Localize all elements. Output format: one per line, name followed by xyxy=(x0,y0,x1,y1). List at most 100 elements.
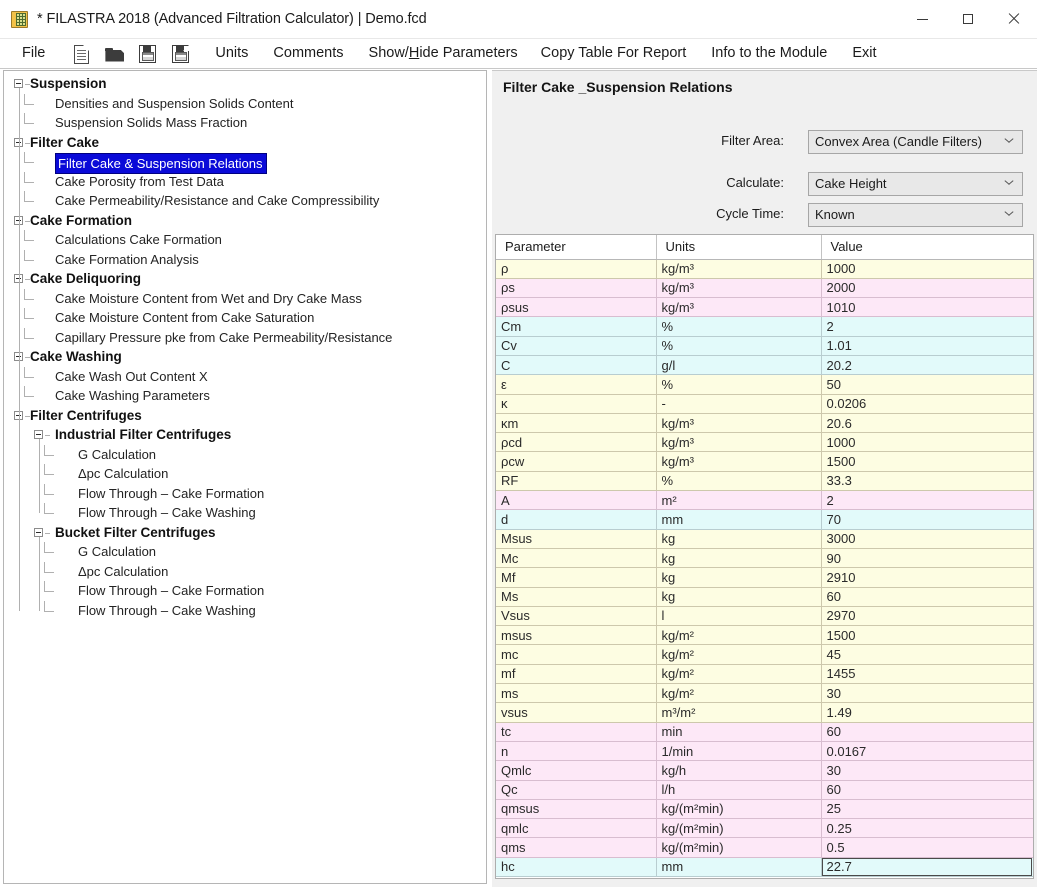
tree-item[interactable]: G Calculation xyxy=(78,543,156,560)
cell-parameter[interactable]: ρsus xyxy=(496,297,657,318)
tree-item[interactable]: Capillary Pressure pke from Cake Permeab… xyxy=(55,329,392,346)
cell-units[interactable]: kg/m² xyxy=(656,644,822,665)
table-row[interactable]: mc kg/m² 45 xyxy=(496,644,1033,665)
cell-units[interactable]: mm xyxy=(656,509,822,530)
tree-expander[interactable] xyxy=(34,527,43,537)
close-button[interactable] xyxy=(991,0,1037,38)
cell-parameter[interactable]: Vsus xyxy=(496,606,657,627)
cell-units[interactable]: kg/m³ xyxy=(656,259,822,279)
table-row[interactable]: d mm 70 xyxy=(496,509,1033,530)
table-row[interactable]: Cm% 2 xyxy=(496,316,1033,337)
table-row[interactable]: n 1/min 0.0167 xyxy=(496,741,1033,762)
cell-parameter[interactable]: Msus xyxy=(496,529,657,549)
cell-value[interactable]: 0.5 xyxy=(821,837,1033,858)
cell-value[interactable]: 33.3 xyxy=(821,471,1033,492)
cell-parameter[interactable]: ε xyxy=(496,374,657,395)
cell-parameter[interactable]: d xyxy=(496,509,657,530)
cell-value[interactable]: 1455 xyxy=(821,664,1033,685)
tree-item[interactable]: Cake Moisture Content from Cake Saturati… xyxy=(55,309,314,326)
cell-parameter[interactable]: κm xyxy=(496,413,657,434)
column-header-value[interactable]: Value xyxy=(821,235,1033,260)
cell-units[interactable]: kg/(m²min) xyxy=(656,799,822,820)
cell-value[interactable]: 30 xyxy=(821,683,1033,704)
cell-parameter[interactable]: Qmlc xyxy=(496,760,657,781)
cell-units[interactable]: mm xyxy=(656,857,822,878)
cell-parameter[interactable]: A xyxy=(496,490,657,511)
cell-parameter[interactable]: ρcd xyxy=(496,432,657,453)
table-row[interactable]: Qmlc kg/h 30 xyxy=(496,760,1033,781)
cell-units[interactable]: kg xyxy=(656,529,822,549)
cell-value[interactable]: 60 xyxy=(821,722,1033,742)
table-row[interactable]: Msus kg 3000 xyxy=(496,529,1033,549)
cell-value[interactable]: 0.0167 xyxy=(821,741,1033,762)
cell-units[interactable]: kg/m³ xyxy=(656,413,822,434)
cell-units[interactable]: kg/(m²min) xyxy=(656,837,822,858)
tree-expander[interactable] xyxy=(14,79,23,88)
cell-parameter[interactable]: κ xyxy=(496,394,657,414)
table-row[interactable]: ρcd kg/m³ 1000 xyxy=(496,432,1033,453)
cell-value[interactable]: 2910 xyxy=(821,567,1033,588)
cell-units[interactable]: kg/m² xyxy=(656,683,822,704)
cell-parameter[interactable]: ρ xyxy=(496,259,657,279)
tree-item[interactable]: Cake Moisture Content from Wet and Dry C… xyxy=(55,290,362,307)
menu-copy-table-for-report[interactable]: Copy Table For Report xyxy=(541,39,687,68)
cell-parameter[interactable]: qmlc xyxy=(496,818,657,839)
tree-item[interactable]: Cake Washing Parameters xyxy=(55,387,210,404)
tree-item[interactable]: Flow Through – Cake Washing xyxy=(78,504,256,521)
cycle-time-select[interactable]: Known xyxy=(808,203,1023,227)
tree-item[interactable]: Flow Through – Cake Washing xyxy=(78,602,256,619)
tree-item[interactable]: Cake Porosity from Test Data xyxy=(55,173,224,190)
table-row[interactable]: Am² 2 xyxy=(496,490,1033,511)
cell-value[interactable]: 25 xyxy=(821,799,1033,820)
table-row[interactable]: κ -0.0206 xyxy=(496,394,1033,414)
column-header-parameter[interactable]: Parameter xyxy=(496,235,657,260)
cell-value[interactable]: 1500 xyxy=(821,451,1033,472)
table-row[interactable]: Cg/l 20.2 xyxy=(496,355,1033,376)
cell-value[interactable]: 3000 xyxy=(821,529,1033,549)
cell-units[interactable]: g/l xyxy=(656,355,822,376)
cell-units[interactable]: kg/(m²min) xyxy=(656,818,822,839)
cell-parameter[interactable]: tc xyxy=(496,722,657,742)
cell-parameter[interactable]: msus xyxy=(496,625,657,646)
cell-value[interactable]: 20.2 xyxy=(821,355,1033,376)
cell-units[interactable]: kg xyxy=(656,567,822,588)
table-row[interactable]: ρs kg/m³ 2000 xyxy=(496,278,1033,299)
tree-item[interactable]: Filter Cake xyxy=(30,134,99,151)
cell-units[interactable]: kg/m² xyxy=(656,625,822,646)
cell-value[interactable]: 60 xyxy=(821,587,1033,607)
table-row[interactable]: Cv% 1.01 xyxy=(496,336,1033,356)
new-document-icon[interactable] xyxy=(70,43,92,65)
cell-units[interactable]: kg/m³ xyxy=(656,432,822,453)
cell-parameter[interactable]: ρs xyxy=(496,278,657,299)
cell-value[interactable]: 1.49 xyxy=(821,702,1033,723)
tree-item[interactable]: Filter Centrifuges xyxy=(30,407,142,424)
minimize-button[interactable] xyxy=(899,0,945,38)
tree-item[interactable]: Cake Washing xyxy=(30,348,122,365)
menu-comments[interactable]: Comments xyxy=(273,39,343,68)
tree-item[interactable]: Cake Wash Out Content X xyxy=(55,368,208,385)
tree-item[interactable]: Δpc Calculation xyxy=(78,465,168,482)
cell-parameter[interactable]: Mf xyxy=(496,567,657,588)
cell-value[interactable]: 1000 xyxy=(821,432,1033,453)
menu-exit[interactable]: Exit xyxy=(852,39,876,68)
cell-units[interactable]: kg/m³ xyxy=(656,451,822,472)
cell-parameter[interactable]: mc xyxy=(496,644,657,665)
cell-value[interactable]: 1010 xyxy=(821,297,1033,318)
table-row[interactable]: Vsus l 2970 xyxy=(496,606,1033,627)
cell-units[interactable]: - xyxy=(656,394,822,414)
table-row[interactable]: RF% 33.3 xyxy=(496,471,1033,492)
tree-item[interactable]: Densities and Suspension Solids Content xyxy=(55,95,293,112)
cell-units[interactable]: % xyxy=(656,471,822,492)
tree-item[interactable]: Cake Permeability/Resistance and Cake Co… xyxy=(55,192,379,209)
cell-units[interactable]: kg xyxy=(656,548,822,569)
cell-parameter[interactable]: qmsus xyxy=(496,799,657,820)
cell-parameter[interactable]: mf xyxy=(496,664,657,685)
table-row[interactable]: qmsus kg/(m²min) 25 xyxy=(496,799,1033,820)
cell-value[interactable]: 20.6 xyxy=(821,413,1033,434)
cell-value[interactable]: 70 xyxy=(821,509,1033,530)
tree-item[interactable]: Bucket Filter Centrifuges xyxy=(55,524,216,541)
maximize-button[interactable] xyxy=(945,0,991,38)
cell-parameter[interactable]: Cm xyxy=(496,316,657,337)
tree-item[interactable]: Cake Deliquoring xyxy=(30,270,141,287)
menu-file[interactable]: File xyxy=(22,39,45,68)
